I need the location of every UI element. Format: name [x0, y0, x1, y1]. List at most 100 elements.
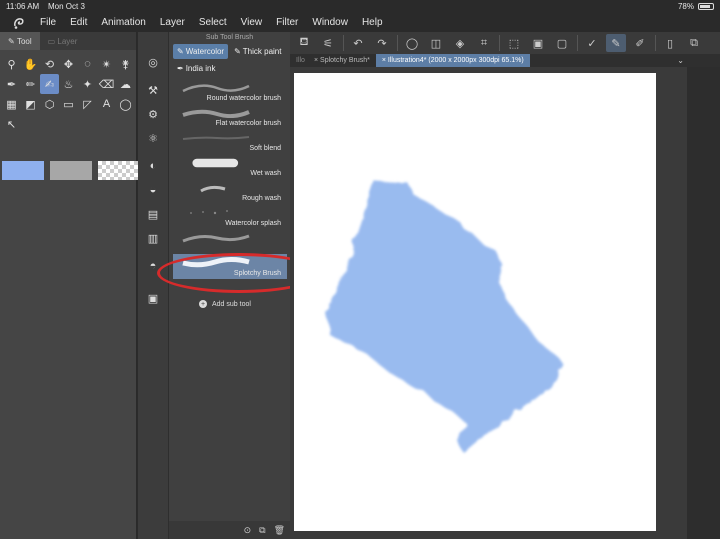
- stamp-icon[interactable]: ⛾: [294, 34, 314, 52]
- lasso-tool-icon[interactable]: ◌: [78, 54, 97, 74]
- pen-line-icon[interactable]: ✐: [630, 34, 650, 52]
- tab-thick-paint-label: Thick paint: [242, 47, 282, 56]
- brush-stroke-preview: [182, 234, 250, 243]
- crop-icon[interactable]: ⌗: [474, 34, 494, 52]
- layer-panel-icon[interactable]: ▤: [144, 206, 162, 222]
- canvas-page[interactable]: [294, 73, 656, 531]
- duplicate-icon[interactable]: ⧉: [259, 525, 265, 536]
- balloon-tool-icon[interactable]: ◯: [116, 94, 135, 114]
- folder-icon[interactable]: ▣: [144, 290, 162, 306]
- decoration-tool-icon[interactable]: ✦: [78, 74, 97, 94]
- brush-tool-icon[interactable]: ✍: [40, 74, 59, 94]
- tool-property-icon[interactable]: ⚙: [144, 106, 162, 122]
- select-layer-icon[interactable]: ▣: [528, 34, 548, 52]
- menu-file[interactable]: File: [40, 17, 56, 28]
- tab-layer-label: Layer: [57, 36, 78, 46]
- brush-label: Wet wash: [250, 170, 281, 177]
- sub-color-swatch[interactable]: [50, 161, 92, 180]
- tab-layer[interactable]: ▭ Layer: [40, 32, 86, 50]
- menu-animation[interactable]: Animation: [101, 17, 145, 28]
- brush-flat-watercolor[interactable]: Flat watercolor brush: [173, 104, 287, 129]
- shape-tool-icon[interactable]: ⬡: [40, 94, 59, 114]
- blend-tool-icon[interactable]: ☁: [116, 74, 135, 94]
- brush-stroke-preview: [192, 158, 239, 168]
- tab-thick-paint[interactable]: ✎ Thick paint: [230, 44, 285, 59]
- move-icon[interactable]: ✥: [59, 54, 78, 74]
- undo-icon[interactable]: ↶: [348, 34, 368, 52]
- brush-wet-wash[interactable]: Wet wash: [173, 154, 287, 179]
- brush-settings-icon[interactable]: ⚟: [318, 34, 338, 52]
- clear-icon[interactable]: ◫: [426, 34, 446, 52]
- battery-percent: 78%: [677, 2, 694, 11]
- brush-soft-blend[interactable]: Soft blend: [173, 129, 287, 154]
- menu-edit[interactable]: Edit: [70, 17, 87, 28]
- brush-watercolor-splash[interactable]: Watercolor splash: [173, 204, 287, 229]
- device-icon[interactable]: ▯: [660, 34, 680, 52]
- select-all-icon[interactable]: ▢: [552, 34, 572, 52]
- tab-tool[interactable]: ✎ Tool: [0, 32, 40, 50]
- layer-property-icon[interactable]: ▥: [144, 230, 162, 246]
- lasso-icon[interactable]: ◯: [402, 34, 422, 52]
- app-logo-icon[interactable]: [12, 16, 26, 30]
- menu-select[interactable]: Select: [199, 17, 227, 28]
- pencil-tool-icon[interactable]: ✏: [21, 74, 40, 94]
- brush-size-icon[interactable]: ⚛: [144, 130, 162, 146]
- menu-view[interactable]: View: [241, 17, 263, 28]
- battery-icon: [698, 3, 714, 10]
- airbrush-tool-icon[interactable]: ♨: [59, 74, 78, 94]
- brush-stroke-preview: [182, 84, 250, 93]
- correct-line-icon[interactable]: ↖: [2, 114, 21, 134]
- menu-filter[interactable]: Filter: [276, 17, 298, 28]
- tool-panel-tabs: ✎ Tool ▭ Layer: [0, 32, 136, 50]
- tab-watercolor[interactable]: ✎ Watercolor: [173, 44, 229, 59]
- document-tab-stub[interactable]: Illo: [290, 54, 308, 67]
- text-tool-icon[interactable]: A: [97, 94, 116, 114]
- check-pen-icon[interactable]: ✓: [582, 34, 602, 52]
- ruler-tool-icon[interactable]: ◸: [78, 94, 97, 114]
- navigator-icon[interactable]: ◎: [144, 54, 162, 70]
- fill-icon[interactable]: ◈: [450, 34, 470, 52]
- tab-india-ink[interactable]: ✒ India ink: [173, 61, 220, 76]
- tab-india-ink-label: India ink: [185, 64, 216, 73]
- brush-round-watercolor[interactable]: Round watercolor brush: [173, 79, 287, 104]
- gradient-tool-icon[interactable]: ◩: [21, 94, 40, 114]
- brush-stroke-preview: [190, 210, 228, 215]
- settings-icon[interactable]: ⊙: [244, 525, 252, 536]
- deselect-icon[interactable]: ⬚: [504, 34, 524, 52]
- magic-wand-icon[interactable]: ✴: [97, 54, 116, 74]
- color-wheel-icon[interactable]: ◐: [144, 158, 162, 174]
- color-set-icon[interactable]: ◒: [144, 182, 162, 198]
- layer-transfer-icon[interactable]: ⧉: [684, 34, 704, 52]
- eraser-tool-icon[interactable]: ⌫: [97, 74, 116, 94]
- add-subtool-button[interactable]: + Add sub tool: [199, 300, 251, 308]
- fill-tool-icon[interactable]: ▦: [2, 94, 21, 114]
- status-bar: 11:06 AM Mon Oct 3 78%: [0, 0, 720, 13]
- transparent-color-swatch[interactable]: [98, 161, 140, 180]
- brush-unnamed[interactable]: [173, 229, 287, 254]
- document-tab-illustration[interactable]: × Illustration4* (2000 x 2000px 300dpi 6…: [375, 54, 530, 67]
- brush-rough-wash[interactable]: Rough wash: [173, 179, 287, 204]
- tool-grid: ⚲ ✋ ⟲ ✥ ◌ ✴ ⚵ ✒ ✏ ✍ ♨ ✦ ⌫ ☁ ▦ ◩ ⬡ ▭ ◸ A …: [0, 50, 136, 138]
- canvas-area[interactable]: [290, 67, 687, 539]
- main-color-swatch[interactable]: [2, 161, 44, 180]
- document-tab-splotchy[interactable]: × Splotchy Brush*: [308, 54, 376, 67]
- menu-layer[interactable]: Layer: [160, 17, 185, 28]
- trash-icon[interactable]: 🗑: [274, 525, 285, 536]
- brush-label: Flat watercolor brush: [215, 120, 281, 127]
- redo-icon[interactable]: ↷: [372, 34, 392, 52]
- menu-help[interactable]: Help: [362, 17, 383, 28]
- add-subtool-label: Add sub tool: [212, 300, 251, 308]
- chevron-down-icon[interactable]: ⌄: [677, 56, 684, 65]
- plus-icon: +: [199, 300, 207, 308]
- pen-tool-icon[interactable]: ✒: [2, 74, 21, 94]
- hand-icon[interactable]: ✋: [21, 54, 40, 74]
- menu-window[interactable]: Window: [312, 17, 348, 28]
- menu-bar: File Edit Animation Layer Select View Fi…: [0, 13, 720, 32]
- eyedropper-icon[interactable]: ⚵: [116, 54, 135, 74]
- rotate-icon[interactable]: ⟲: [40, 54, 59, 74]
- zoom-icon[interactable]: ⚲: [2, 54, 21, 74]
- frame-tool-icon[interactable]: ▭: [59, 94, 78, 114]
- stabilize-pen-icon[interactable]: ✎: [606, 34, 626, 52]
- brush-label: Rough wash: [242, 195, 281, 202]
- brush-panel-icon[interactable]: ⚒: [144, 82, 162, 98]
